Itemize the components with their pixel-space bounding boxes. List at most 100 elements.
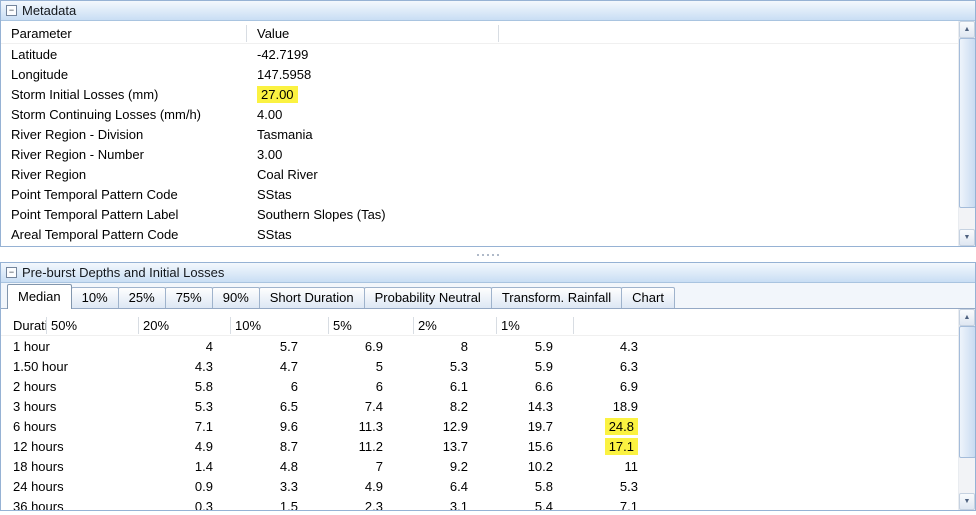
value-text: 5 (376, 359, 383, 374)
metadata-row[interactable]: Point Temporal Pattern CodeSStas (1, 184, 975, 204)
tab-10[interactable]: 10% (71, 287, 119, 308)
highlighted-value: 27.00 (257, 86, 298, 103)
value-text: 11.2 (359, 439, 383, 454)
metadata-vertical-scrollbar[interactable]: ▲ ▼ (958, 21, 975, 246)
value-cell: 4 (132, 339, 217, 354)
parameter-cell: Latitude (1, 47, 247, 62)
value-cell: 19.7 (472, 419, 557, 434)
preburst-row[interactable]: 1 hour45.76.985.94.3 (1, 336, 975, 356)
tab-25[interactable]: 25% (118, 287, 166, 308)
value-text: 8.2 (450, 399, 468, 414)
value-text: SStas (257, 187, 292, 202)
value-cell: 15.6 (472, 439, 557, 454)
value-text: 6.5 (280, 399, 298, 414)
value-text: 15.6 (528, 439, 553, 454)
scroll-up-button[interactable]: ▲ (959, 309, 975, 326)
tab-probability-neutral[interactable]: Probability Neutral (364, 287, 492, 308)
value-text: 5.8 (535, 479, 553, 494)
tab-75[interactable]: 75% (165, 287, 213, 308)
value-text: 147.5958 (257, 67, 311, 82)
scrollbar-thumb[interactable] (959, 326, 975, 458)
value-cell: 5.4 (472, 499, 557, 511)
value-text: Coal River (257, 167, 318, 182)
value-text: 0.9 (195, 479, 213, 494)
preburst-vertical-scrollbar[interactable]: ▲ ▼ (958, 309, 975, 510)
tab-median[interactable]: Median (7, 284, 72, 309)
metadata-grid: Parameter Value Latitude-42.7199Longitud… (1, 23, 975, 244)
value-text: Southern Slopes (Tas) (257, 207, 386, 222)
duration-cell: 24 hours (9, 479, 132, 494)
value-text: 6.9 (365, 339, 383, 354)
value-cell: 7.1 (132, 419, 217, 434)
preburst-row[interactable]: 18 hours1.44.879.210.211 (1, 456, 975, 476)
value-text: 9.6 (280, 419, 298, 434)
metadata-row[interactable]: Longitude147.5958 (1, 64, 975, 84)
value-cell: 0.9 (132, 479, 217, 494)
scroll-up-button[interactable]: ▲ (959, 21, 975, 38)
metadata-row[interactable]: Areal Temporal Pattern CodeSStas (1, 224, 975, 244)
panel-splitter[interactable] (0, 247, 976, 262)
value-cell: 5.9 (472, 359, 557, 374)
value-text: 11.3 (359, 419, 383, 434)
metadata-row[interactable]: Latitude-42.7199 (1, 44, 975, 64)
value-cell: Tasmania (247, 127, 313, 142)
scrollbar-thumb[interactable] (959, 38, 975, 208)
preburst-row[interactable]: 6 hours7.19.611.312.919.724.8 (1, 416, 975, 436)
value-text: 5.9 (535, 359, 553, 374)
value-text: 10.2 (528, 459, 553, 474)
metadata-row[interactable]: Storm Continuing Losses (mm/h)4.00 (1, 104, 975, 124)
value-text: 6.9 (620, 379, 638, 394)
duration-cell: 1.50 hour (9, 359, 132, 374)
value-text: 5.3 (620, 479, 638, 494)
tab-transform-rainfall[interactable]: Transform. Rainfall (491, 287, 622, 308)
value-cell: 5.3 (557, 479, 642, 494)
metadata-row[interactable]: Storm Initial Losses (mm)27.00 (1, 84, 975, 104)
scroll-down-button[interactable]: ▼ (959, 493, 975, 510)
preburst-row[interactable]: 1.50 hour4.34.755.35.96.3 (1, 356, 975, 376)
value-text: 8 (461, 339, 468, 354)
preburst-panel-body: Duration 50% 20% 10% 5% 2% 1% 1 hour45.7… (1, 309, 975, 510)
value-cell: 2.3 (302, 499, 387, 511)
collapse-icon[interactable]: − (6, 267, 17, 278)
tab-90[interactable]: 90% (212, 287, 260, 308)
preburst-row[interactable]: 3 hours5.36.57.48.214.318.9 (1, 396, 975, 416)
column-header-10pct: 10% (231, 317, 329, 334)
value-text: 18.9 (613, 399, 638, 414)
preburst-row[interactable]: 36 hours0.31.52.33.15.47.1 (1, 496, 975, 510)
scrollbar-track[interactable] (959, 326, 975, 493)
value-text: 8.7 (280, 439, 298, 454)
scroll-down-button[interactable]: ▼ (959, 229, 975, 246)
scrollbar-track[interactable] (959, 38, 975, 229)
preburst-row[interactable]: 12 hours4.98.711.213.715.617.1 (1, 436, 975, 456)
value-cell: 3.1 (387, 499, 472, 511)
column-header-2pct: 2% (414, 317, 497, 334)
value-text: 6.1 (450, 379, 468, 394)
preburst-rows: 1 hour45.76.985.94.31.50 hour4.34.755.35… (1, 336, 975, 510)
value-cell: 9.6 (217, 419, 302, 434)
metadata-row[interactable]: River Region - Number3.00 (1, 144, 975, 164)
metadata-panel-body: Parameter Value Latitude-42.7199Longitud… (1, 21, 975, 246)
value-cell: 6.6 (472, 379, 557, 394)
value-text: 3.1 (450, 499, 468, 511)
parameter-cell: River Region - Division (1, 127, 247, 142)
value-cell: 6.1 (387, 379, 472, 394)
value-cell: 3.3 (217, 479, 302, 494)
value-cell: 7.1 (557, 499, 642, 511)
tab-short-duration[interactable]: Short Duration (259, 287, 365, 308)
duration-cell: 2 hours (9, 379, 132, 394)
value-cell: 17.1 (557, 439, 642, 454)
metadata-row[interactable]: River Region - DivisionTasmania (1, 124, 975, 144)
column-header-20pct: 20% (139, 317, 231, 334)
collapse-icon[interactable]: − (6, 5, 17, 16)
preburst-row[interactable]: 2 hours5.8666.16.66.9 (1, 376, 975, 396)
tab-chart[interactable]: Chart (621, 287, 675, 308)
preburst-tabstrip: Median10%25%75%90%Short DurationProbabil… (1, 283, 975, 309)
metadata-row[interactable]: Point Temporal Pattern LabelSouthern Slo… (1, 204, 975, 224)
metadata-row[interactable]: River RegionCoal River (1, 164, 975, 184)
preburst-panel: − Pre-burst Depths and Initial Losses Me… (0, 262, 976, 511)
value-cell: 8.2 (387, 399, 472, 414)
value-text: 0.3 (195, 499, 213, 511)
value-text: 3.3 (280, 479, 298, 494)
preburst-row[interactable]: 24 hours0.93.34.96.45.85.3 (1, 476, 975, 496)
value-text: 1.5 (280, 499, 298, 511)
